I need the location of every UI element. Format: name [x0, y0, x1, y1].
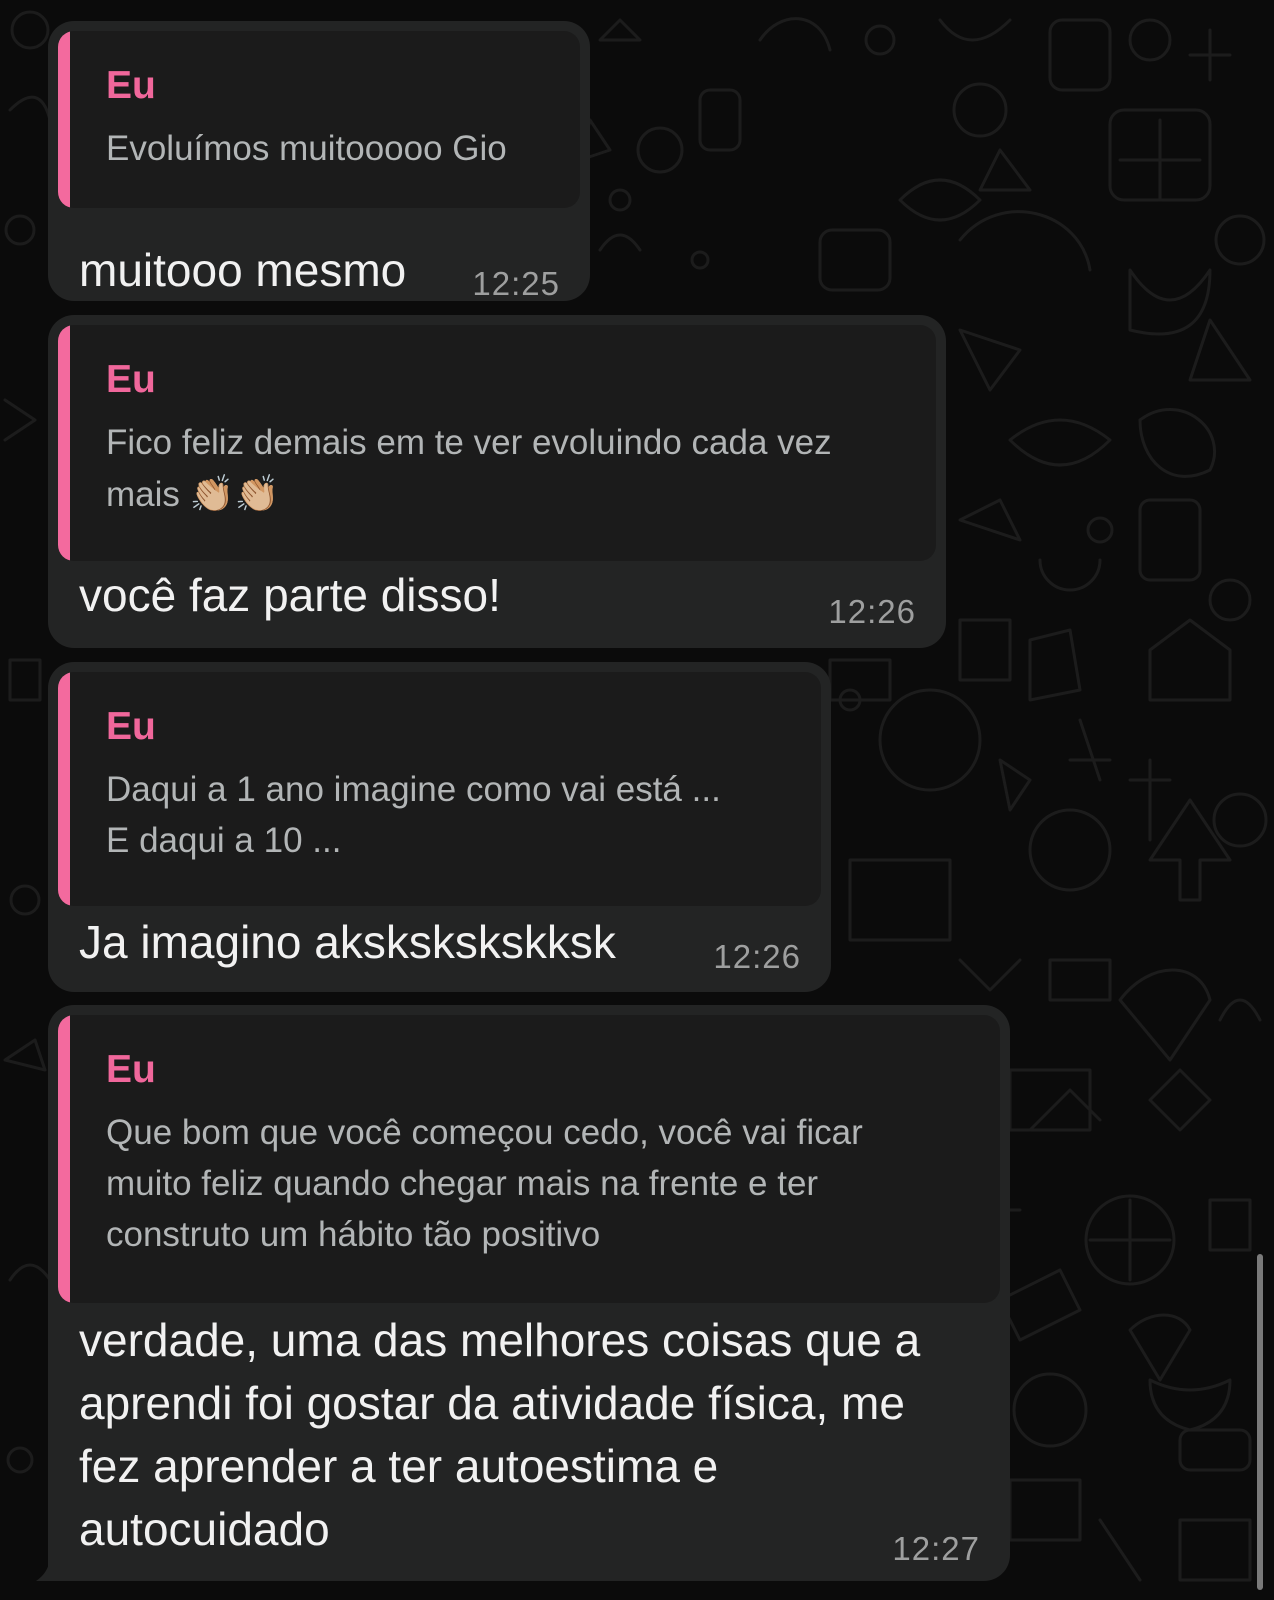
quote-author: Eu: [106, 1048, 156, 1091]
scrollbar[interactable]: [1257, 1254, 1263, 1590]
message-text: verdade, uma das melhores coisas que a a…: [79, 1309, 920, 1561]
message-bubble[interactable]: Eu Evoluímos muitooooo Gio muitooo mesmo…: [48, 21, 590, 302]
message-text: muitooo mesmo: [79, 244, 407, 296]
quote-text: Que bom que você começou cedo, você vai …: [106, 1113, 863, 1254]
message-text-line: fez aprender a ter autoestima e: [79, 1440, 719, 1492]
quoted-message[interactable]: Eu Que bom que você começou cedo, você v…: [58, 1015, 1000, 1303]
quote-accent-bar: [58, 325, 70, 561]
bubble-tail-icon: [36, 1559, 60, 1581]
quote-accent-bar: [58, 672, 70, 906]
clapping-hands-icon: 👏🏼👏🏼: [189, 473, 280, 514]
quote-accent-bar: [58, 31, 70, 208]
message-time: 12:27: [892, 1530, 980, 1567]
message-text-line: verdade, uma das melhores coisas que a: [79, 1314, 921, 1366]
message-time: 12:25: [472, 265, 560, 302]
quoted-message[interactable]: Eu Fico feliz demais em te ver evoluindo…: [58, 325, 936, 561]
message-bubble[interactable]: Eu Daqui a 1 ano imagine como vai está .…: [48, 662, 831, 992]
quoted-message[interactable]: Eu Evoluímos muitooooo Gio: [58, 31, 580, 208]
message-text-line: aprendi foi gostar da atividade física, …: [79, 1377, 905, 1429]
quote-text: Evoluímos muitooooo Gio: [106, 129, 507, 168]
message-text: Ja imagino akskskskskksk: [79, 916, 616, 968]
message-text-line: autocuidado: [79, 1503, 330, 1555]
quoted-message[interactable]: Eu Daqui a 1 ano imagine como vai está .…: [58, 672, 821, 906]
quote-author: Eu: [106, 358, 156, 401]
quote-text: Fico feliz demais em te ver evoluindo ca…: [106, 417, 906, 520]
message-time: 12:26: [828, 593, 916, 630]
message-text: você faz parte disso!: [79, 569, 501, 621]
quote-author: Eu: [106, 705, 156, 748]
message-bubble[interactable]: Eu Que bom que você começou cedo, você v…: [48, 1005, 1010, 1581]
message-bubble[interactable]: Eu Fico feliz demais em te ver evoluindo…: [48, 315, 946, 648]
chat-view[interactable]: Eu Evoluímos muitooooo Gio muitooo mesmo…: [0, 0, 1274, 1600]
quote-accent-bar: [58, 1015, 70, 1303]
message-time: 12:26: [713, 938, 801, 975]
quote-author: Eu: [106, 64, 156, 107]
quote-text: Daqui a 1 ano imagine como vai está ... …: [106, 770, 721, 860]
